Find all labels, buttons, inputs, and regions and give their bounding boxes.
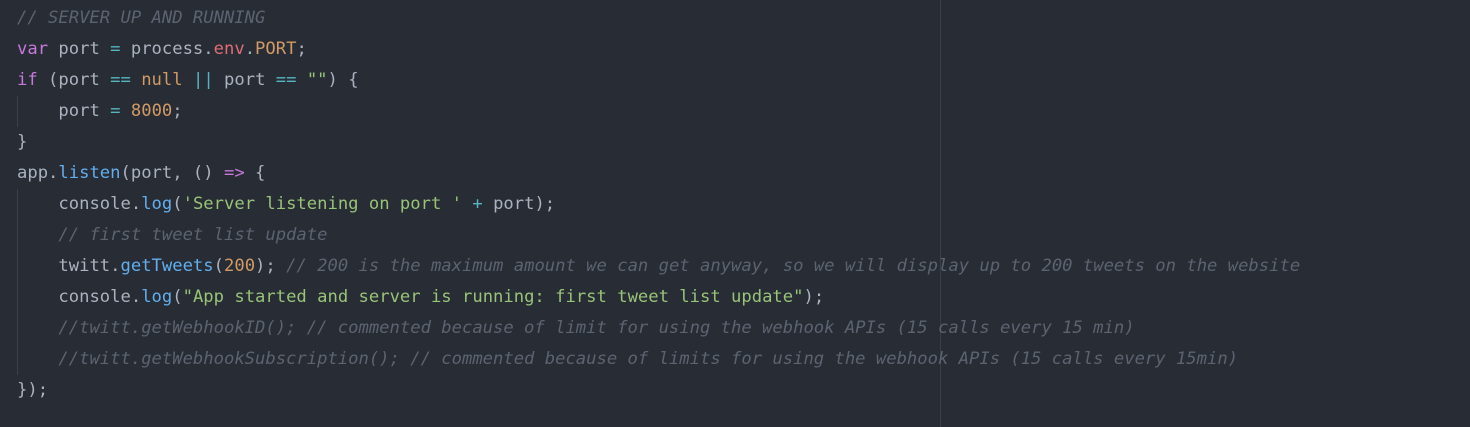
code-token: == xyxy=(110,70,131,90)
code-token: log xyxy=(141,194,173,214)
code-token: = xyxy=(110,101,121,121)
code-token: . xyxy=(244,39,256,59)
code-token: ) { xyxy=(327,70,359,90)
code-token: process. xyxy=(120,39,214,59)
code-token: //twitt.getWebhookSubscription(); // com… xyxy=(58,349,1239,369)
code-token: => xyxy=(223,163,245,183)
code-token: "App started and server is running: firs… xyxy=(182,287,804,307)
code-area[interactable]: // SERVER UP AND RUNNING var port = proce… xyxy=(17,3,1300,406)
code-line-7[interactable]: console.log('Server listening on port ' … xyxy=(17,189,1300,220)
code-line-1[interactable]: // SERVER UP AND RUNNING xyxy=(17,3,1300,34)
code-line-12[interactable]: //twitt.getWebhookSubscription(); // com… xyxy=(17,344,1300,375)
code-token: env xyxy=(213,39,245,59)
code-line-10[interactable]: console.log("App started and server is r… xyxy=(17,282,1300,313)
code-token: ( xyxy=(172,287,183,307)
code-token: ); xyxy=(803,287,825,307)
code-editor[interactable]: // SERVER UP AND RUNNING var port = proce… xyxy=(0,0,1470,427)
code-line-6[interactable]: app.listen(port, () => { xyxy=(17,158,1300,189)
code-token: // first tweet list update xyxy=(58,225,328,245)
code-token: getTweets xyxy=(120,256,214,276)
code-line-4[interactable]: port = 8000; xyxy=(17,96,1300,127)
code-token: //twitt.getWebhookID(); // commented bec… xyxy=(58,318,1135,338)
code-token: twitt. xyxy=(58,256,121,276)
code-token: app. xyxy=(17,163,59,183)
code-line-8[interactable]: // first tweet list update xyxy=(17,220,1300,251)
code-token: = xyxy=(110,39,121,59)
code-line-3[interactable]: if (port == null || port == "") { xyxy=(17,65,1300,96)
code-token: PORT xyxy=(255,39,297,59)
code-token: if xyxy=(17,70,38,90)
code-token: (port xyxy=(37,70,111,90)
code-token: ); xyxy=(255,256,287,276)
code-token: == xyxy=(275,70,297,90)
code-line-2[interactable]: var port = process.env.PORT; xyxy=(17,34,1300,65)
code-token: port); xyxy=(482,194,556,214)
code-token: // SERVER UP AND RUNNING xyxy=(17,8,266,28)
code-token: "" xyxy=(306,70,328,90)
code-token: listen xyxy=(58,163,121,183)
code-line-9[interactable]: twitt.getTweets(200); // 200 is the maxi… xyxy=(17,251,1300,282)
code-line-13[interactable]: }); xyxy=(17,375,1300,406)
code-token: log xyxy=(141,287,173,307)
code-token: port xyxy=(213,70,276,90)
code-token: ; xyxy=(296,39,307,59)
code-token: // 200 is the maximum amount we can get … xyxy=(286,256,1301,276)
code-token: { xyxy=(244,163,266,183)
code-token: 200 xyxy=(224,256,256,276)
code-token: ( xyxy=(213,256,224,276)
code-token: || xyxy=(192,70,214,90)
code-token: 'Server listening on port ' xyxy=(182,194,462,214)
code-line-11[interactable]: //twitt.getWebhookID(); // commented bec… xyxy=(17,313,1300,344)
code-token: port xyxy=(58,101,111,121)
code-token: null xyxy=(141,70,183,90)
code-token: } xyxy=(17,132,28,152)
code-token: console. xyxy=(58,194,142,214)
code-token: + xyxy=(472,194,483,214)
code-token: port xyxy=(48,39,111,59)
code-token: ; xyxy=(172,101,183,121)
code-token: ( xyxy=(172,194,183,214)
code-token: console. xyxy=(58,287,142,307)
code-token: (port, () xyxy=(120,163,224,183)
code-token: var xyxy=(17,39,49,59)
code-line-5[interactable]: } xyxy=(17,127,1300,158)
code-token: 8000 xyxy=(130,101,173,121)
code-token: }); xyxy=(17,380,49,400)
